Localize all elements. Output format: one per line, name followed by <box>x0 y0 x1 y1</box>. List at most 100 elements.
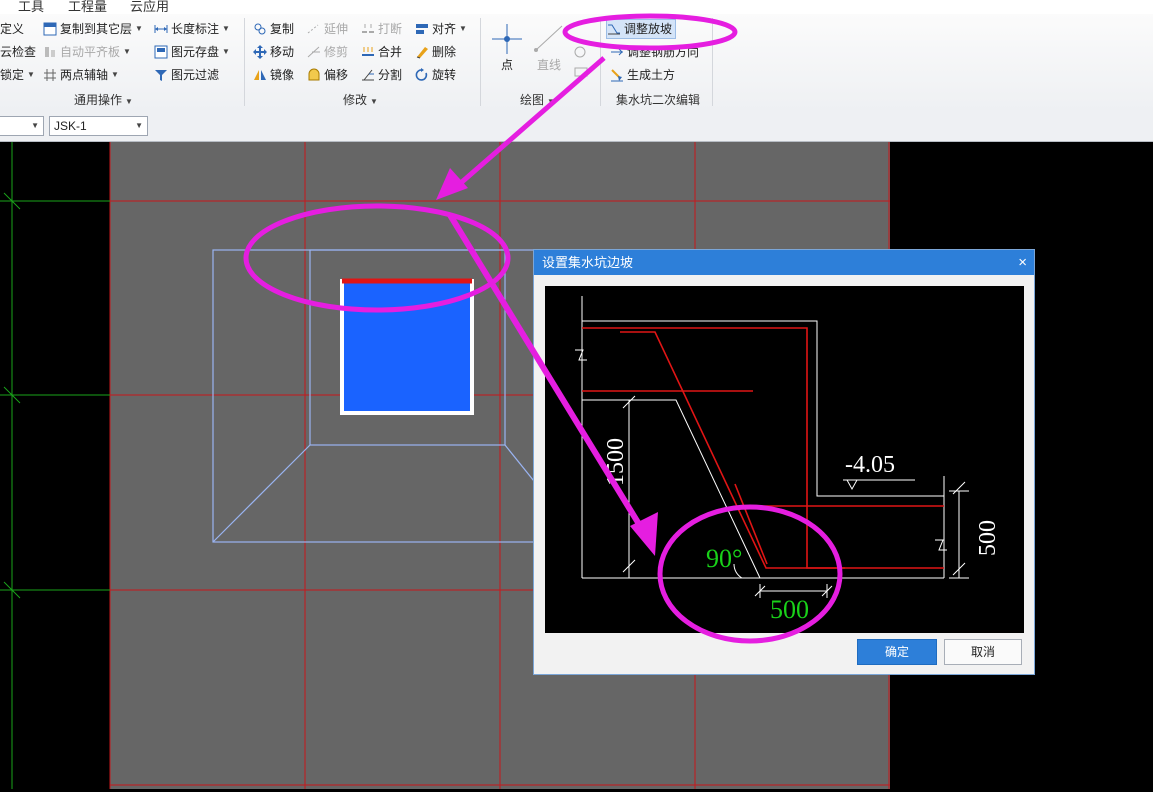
trim-icon <box>307 45 321 59</box>
two-point-axis-label: 两点辅轴 <box>60 68 109 82</box>
copy-label: 复制 <box>270 22 295 36</box>
auto-align-slab-button[interactable]: 自动平齐板 ▼ <box>43 42 131 62</box>
lock-button[interactable]: 锁定 ▼ <box>0 65 35 85</box>
ok-button[interactable]: 确定 <box>857 639 937 665</box>
delete-label: 删除 <box>432 45 457 59</box>
modify-group-label[interactable]: 修改 ▼ <box>343 91 378 108</box>
merge-button[interactable]: 合并 <box>361 42 402 62</box>
chevron-down-icon: ▼ <box>27 70 35 79</box>
right-dimension-label: 500 <box>975 520 1001 556</box>
height-dimension-label: 1500 <box>603 438 629 486</box>
extend-button[interactable]: 延伸 <box>307 19 348 39</box>
element-filter-label: 图元过滤 <box>171 68 220 82</box>
chevron-down-icon: ▼ <box>222 47 230 56</box>
close-icon[interactable]: × <box>1018 250 1027 275</box>
rebar-direction-icon <box>610 45 624 59</box>
point-tool-button[interactable]: 点 <box>490 22 524 74</box>
copy-to-other-floor-button[interactable]: 复制到其它层 ▼ <box>43 19 143 39</box>
align-label: 对齐 <box>432 22 457 36</box>
offset-label: 偏移 <box>324 68 349 82</box>
shape-tools-icon <box>574 46 588 77</box>
move-label: 移动 <box>270 45 295 59</box>
chevron-down-icon: ▼ <box>111 70 119 79</box>
length-dimension-button[interactable]: 长度标注 ▼ <box>154 19 230 39</box>
draw-group-label[interactable]: 绘图 ▼ <box>520 91 555 108</box>
define-label: 定义 <box>0 22 25 36</box>
modify-group-text: 修改 <box>343 93 368 107</box>
offset-icon <box>307 68 321 82</box>
extend-label: 延伸 <box>324 22 349 36</box>
break-label: 打断 <box>378 22 403 36</box>
delete-button[interactable]: 删除 <box>415 42 456 62</box>
save-element-icon <box>154 45 168 59</box>
chevron-down-icon: ▼ <box>370 97 378 106</box>
break-icon <box>361 22 375 36</box>
merge-label: 合并 <box>378 45 403 59</box>
point-tool-label: 点 <box>500 58 513 72</box>
align-icon <box>415 22 429 36</box>
menu-tools[interactable]: 工具 <box>18 0 44 14</box>
split-icon <box>361 68 375 82</box>
rectangle-tool-button[interactable] <box>572 34 590 84</box>
generate-earthwork-button[interactable]: 生成土方 <box>610 65 675 85</box>
copy-floor-icon <box>43 22 57 36</box>
section-drawing: -4.05 1500 90° 500 500 <box>575 296 1001 624</box>
chevron-down-icon: ▼ <box>31 121 39 130</box>
chevron-down-icon: ▼ <box>547 97 555 106</box>
draw-group-text: 绘图 <box>520 93 545 107</box>
general-group-label[interactable]: 通用操作 ▼ <box>74 91 133 108</box>
copy-button[interactable]: 复制 <box>253 19 294 39</box>
filter-icon <box>154 68 168 82</box>
rotate-button[interactable]: 旋转 <box>415 65 456 85</box>
copy-icon <box>253 22 267 36</box>
cancel-button[interactable]: 取消 <box>944 639 1022 665</box>
eraser-icon <box>415 45 429 59</box>
merge-icon <box>361 45 375 59</box>
component-select-value: JSK-1 <box>54 119 87 133</box>
save-element-button[interactable]: 图元存盘 ▼ <box>154 42 230 62</box>
break-button[interactable]: 打断 <box>361 19 402 39</box>
lock-label: 锁定 <box>0 68 25 82</box>
menu-cloud-apps[interactable]: 云应用 <box>130 0 169 14</box>
mirror-label: 镜像 <box>270 68 295 82</box>
split-label: 分割 <box>378 68 403 82</box>
sump-pit[interactable] <box>340 279 474 415</box>
chevron-down-icon: ▼ <box>459 24 467 33</box>
align-slab-icon <box>43 45 57 59</box>
slope-width-input[interactable]: 500 <box>770 595 809 624</box>
mirror-button[interactable]: 镜像 <box>253 65 294 85</box>
element-filter-button[interactable]: 图元过滤 <box>154 65 219 85</box>
move-button[interactable]: 移动 <box>253 42 294 62</box>
define-button[interactable]: 定义 <box>0 19 24 39</box>
dialog-title-bar: 设置集水坑边坡 × <box>534 250 1034 275</box>
group-divider <box>712 18 713 106</box>
axis-markers <box>0 142 110 789</box>
length-dimension-label: 长度标注 <box>171 22 220 36</box>
trim-label: 修剪 <box>324 45 349 59</box>
line-tool-button[interactable]: 直线 <box>532 22 566 74</box>
component-select[interactable]: JSK-1 ▼ <box>49 116 148 136</box>
adjust-slope-button[interactable]: 调整放坡 <box>606 19 677 39</box>
align-button[interactable]: 对齐 ▼ <box>415 19 467 39</box>
offset-button[interactable]: 偏移 <box>307 65 348 85</box>
menu-quantities[interactable]: 工程量 <box>68 0 107 14</box>
group-divider <box>600 18 601 106</box>
copy-to-other-floor-label: 复制到其它层 <box>60 22 133 36</box>
ribbon: 定义 云检查 锁定 ▼ 复制到其它层 ▼ 自动平齐板 ▼ 两点辅轴 ▼ 长度标注 ▼ 图元… <box>0 14 1153 113</box>
chevron-down-icon: ▼ <box>135 24 143 33</box>
slope-angle-input[interactable]: 90° <box>706 544 742 573</box>
split-button[interactable]: 分割 <box>361 65 402 85</box>
trim-button[interactable]: 修剪 <box>307 42 348 62</box>
chevron-down-icon: ▼ <box>125 97 133 106</box>
layer-select[interactable]: ▼ <box>0 116 44 136</box>
save-element-label: 图元存盘 <box>171 45 220 59</box>
shovel-icon <box>610 68 624 82</box>
dialog-body: -4.05 1500 90° 500 500 <box>534 275 1034 674</box>
two-point-axis-button[interactable]: 两点辅轴 ▼ <box>43 65 119 85</box>
move-icon <box>253 45 267 59</box>
rotate-icon <box>415 68 429 82</box>
dialog-title: 设置集水坑边坡 <box>542 255 634 270</box>
generate-earthwork-label: 生成土方 <box>627 68 676 82</box>
cloud-check-button[interactable]: 云检查 <box>0 42 36 62</box>
adjust-rebar-direction-button[interactable]: 调整钢筋方向 <box>610 42 699 62</box>
